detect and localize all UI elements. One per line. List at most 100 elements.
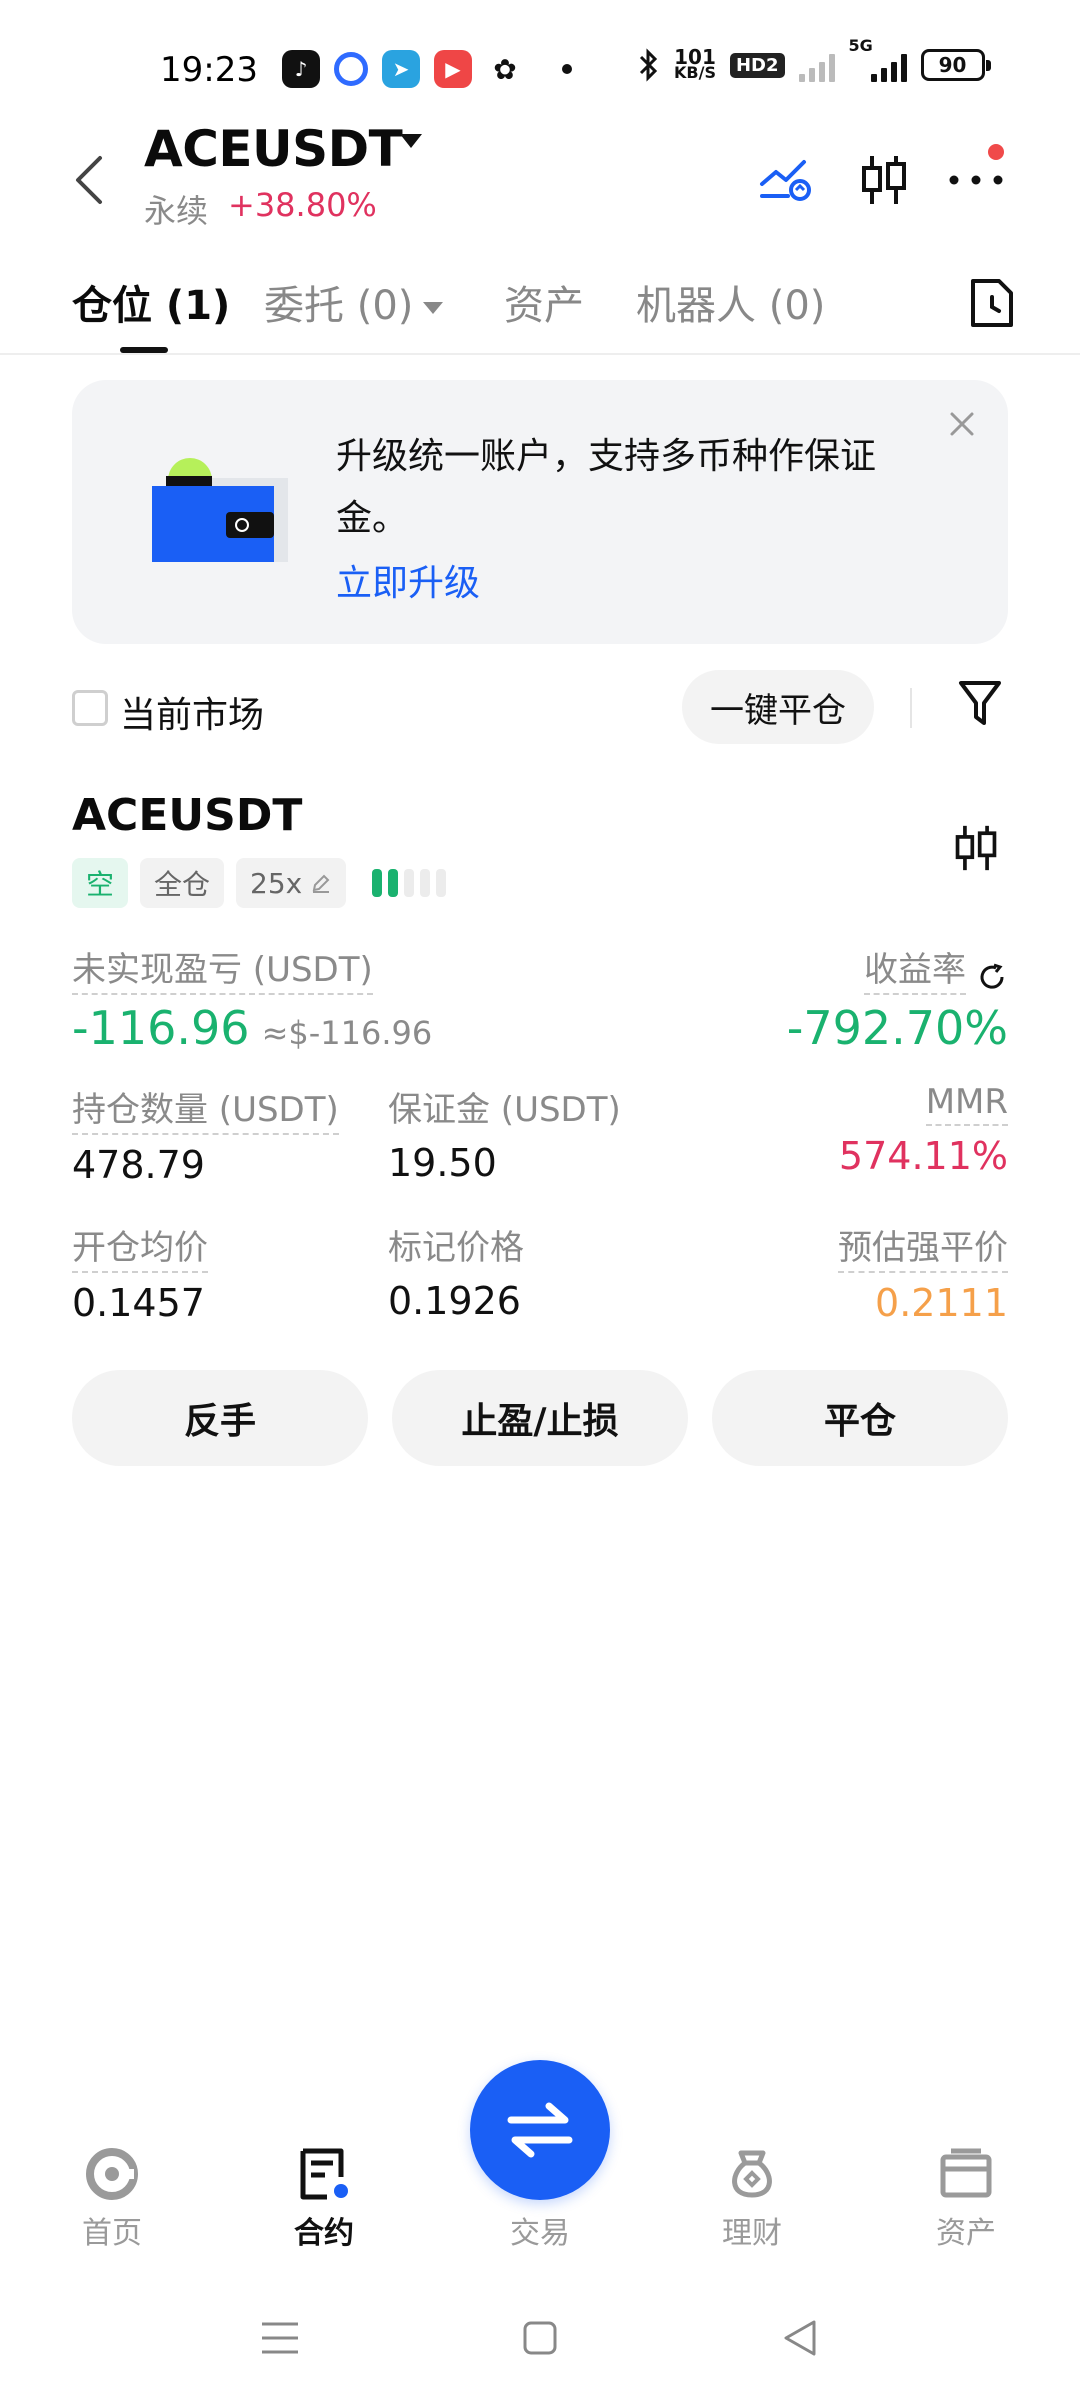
filter-button[interactable]	[948, 672, 1012, 736]
status-bar: 19:23 ♪ ➤ ▶ ✿ 101 KB/S HD2 5G 90	[0, 0, 1080, 140]
risk-level-indicator	[372, 869, 447, 897]
liquidation-price-value: 0.2111	[875, 1281, 1008, 1325]
risk-bar	[388, 869, 399, 897]
entry-price-value: 0.1457	[72, 1281, 205, 1325]
contract-icon	[294, 2144, 354, 2204]
tpsl-button[interactable]: 止盈/止损	[392, 1370, 688, 1466]
position-tabs: 仓位 (1) 委托 (0) 资产 机器人 (0)	[0, 255, 1080, 355]
more-icon	[949, 175, 1003, 185]
hd-badge: HD2	[729, 52, 785, 78]
signal-2-icon: 5G	[849, 36, 907, 82]
margin-mode-tag[interactable]: 全仓	[140, 858, 225, 908]
position-size: 持仓数量 (USDT) 478.79	[72, 1082, 339, 1187]
risk-bar	[404, 869, 415, 897]
signal-1-icon	[798, 48, 835, 82]
price-change: +38.80%	[228, 186, 377, 224]
mark-price-value: 0.1926	[388, 1279, 521, 1323]
notification-icons: ♪ ➤ ▶ ✿	[282, 50, 572, 88]
header: ACEUSDT 永续 +38.80%	[0, 120, 1080, 240]
close-icon	[950, 412, 974, 436]
tiktok-icon: ♪	[282, 50, 320, 88]
nav-contract-label: 合约	[294, 2216, 354, 2251]
home-system-button[interactable]	[510, 2308, 570, 2368]
pair-title[interactable]: ACEUSDT	[144, 120, 403, 178]
bluetooth-icon	[639, 48, 658, 82]
nav-trade[interactable]: 交易	[460, 2144, 620, 2252]
trend-alert-icon	[760, 160, 811, 201]
trend-alert-button[interactable]	[754, 148, 818, 212]
edit-pencil-icon	[312, 874, 330, 893]
reverse-button[interactable]: 反手	[72, 1370, 368, 1466]
divider	[910, 688, 912, 728]
position-size-label[interactable]: 持仓数量 (USDT)	[72, 1082, 339, 1135]
unrealized-pnl: 未实现盈亏 (USDT) -116.96 ≈$-116.96	[72, 942, 432, 1055]
liquidation-price: 预估强平价 0.2111	[838, 1220, 1008, 1325]
wallet-icon	[936, 2144, 996, 2204]
pair-dropdown-icon[interactable]	[400, 134, 422, 148]
position-symbol[interactable]: ACEUSDT	[72, 790, 302, 841]
upgrade-now-link[interactable]: 立即升级	[336, 554, 480, 606]
wechat-icon: ✿	[486, 50, 524, 88]
tab-positions[interactable]: 仓位 (1)	[72, 273, 230, 331]
active-tab-indicator	[120, 347, 168, 353]
position-chart-button[interactable]	[944, 816, 1008, 880]
liquidation-price-label[interactable]: 预估强平价	[838, 1220, 1008, 1273]
tab-orders[interactable]: 委托 (0)	[264, 273, 444, 331]
tab-orders-label: 委托 (0)	[264, 283, 414, 329]
nav-trade-spacer	[510, 2144, 570, 2204]
mmr-label[interactable]: MMR	[925, 1082, 1008, 1126]
status-right: 101 KB/S HD2 5G 90	[638, 36, 991, 82]
leverage-value: 25x	[250, 866, 303, 900]
roe: 收益率 -792.70%	[787, 942, 1008, 1055]
current-market-checkbox[interactable]	[72, 690, 108, 726]
margin-label: 保证金 (USDT)	[388, 1090, 621, 1130]
position-tags: 空 全仓 25x	[72, 858, 447, 908]
position-size-value: 478.79	[72, 1143, 205, 1187]
close-position-button[interactable]: 平仓	[712, 1370, 1008, 1466]
battery-icon: 90	[920, 49, 991, 81]
more-notifications-dot	[562, 64, 572, 74]
recent-apps-button[interactable]	[250, 2308, 310, 2368]
close-all-button[interactable]: 一键平仓	[682, 670, 874, 744]
nav-assets-label: 资产	[936, 2216, 996, 2251]
nav-home-label: 首页	[82, 2216, 142, 2251]
leverage-tag[interactable]: 25x	[236, 858, 347, 908]
chevron-down-icon	[423, 302, 444, 314]
tab-bots[interactable]: 机器人 (0)	[636, 273, 825, 331]
tab-assets[interactable]: 资产	[504, 273, 584, 331]
upgrade-banner: 升级统一账户，支持多币种作保证金。 立即升级	[72, 380, 1008, 644]
risk-bar	[420, 869, 431, 897]
back-button[interactable]	[64, 150, 114, 210]
mark-price: 标记价格 0.1926	[388, 1220, 524, 1323]
square-icon	[523, 2321, 557, 2355]
back-system-button[interactable]	[770, 2308, 830, 2368]
bottom-nav: 首页 合约 交易 理财 资产	[0, 2060, 1080, 2260]
kline-button[interactable]	[852, 148, 916, 212]
unrealized-pnl-label[interactable]: 未实现盈亏 (USDT)	[72, 942, 373, 995]
mmr: MMR 574.11%	[839, 1082, 1008, 1178]
triangle-back-icon	[784, 2320, 816, 2356]
roe-label[interactable]: 收益率	[864, 942, 966, 995]
share-refresh-icon[interactable]	[976, 961, 1008, 993]
candlestick-icon	[862, 156, 906, 204]
margin-value: 19.50	[388, 1141, 497, 1185]
home-icon	[82, 2144, 142, 2204]
roe-value: -792.70%	[786, 1001, 1008, 1055]
risk-bar	[372, 869, 383, 897]
wallet-illustration-icon	[152, 458, 288, 562]
back-arrow-icon	[76, 156, 102, 204]
entry-price: 开仓均价 0.1457	[72, 1220, 208, 1325]
current-market-label[interactable]: 当前市场	[120, 686, 264, 738]
unrealized-pnl-value: -116.96	[72, 1001, 250, 1055]
filter-funnel-icon	[959, 681, 1001, 725]
system-nav-bar	[0, 2290, 1080, 2380]
nav-home[interactable]: 首页	[32, 2144, 192, 2252]
nav-earn[interactable]: 理财	[672, 2144, 832, 2252]
entry-price-label[interactable]: 开仓均价	[72, 1220, 208, 1273]
status-time: 19:23	[160, 50, 258, 90]
history-button[interactable]	[960, 271, 1024, 335]
nav-assets[interactable]: 资产	[886, 2144, 1046, 2252]
unrealized-pnl-usd: ≈$-116.96	[261, 1014, 433, 1052]
banner-close-button[interactable]	[940, 402, 984, 446]
nav-contract[interactable]: 合约	[244, 2144, 404, 2252]
